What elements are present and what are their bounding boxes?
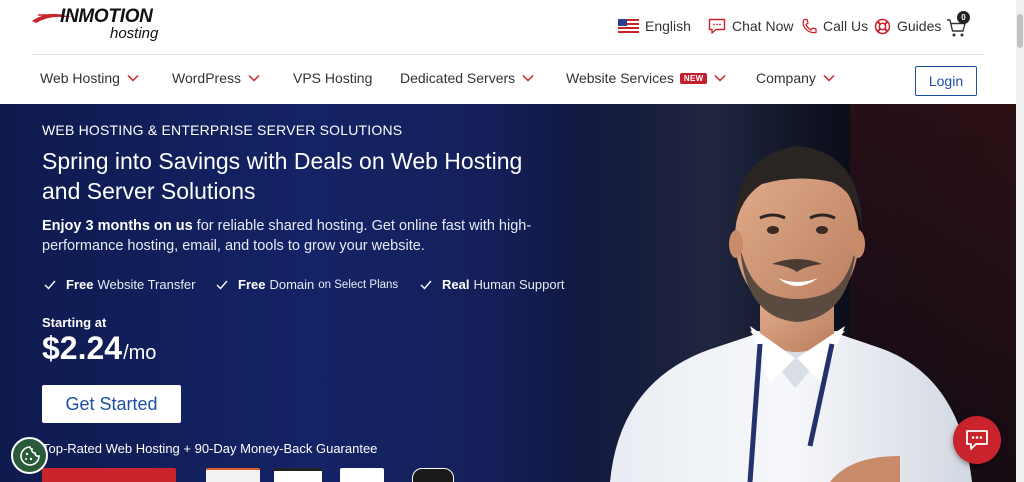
- header-divider: [32, 54, 984, 55]
- guides-link[interactable]: Guides: [874, 14, 941, 38]
- feature-text: Domain: [269, 277, 315, 292]
- award-badge-money-back: [412, 468, 454, 482]
- new-badge: NEW: [679, 72, 708, 84]
- cookie-icon: [19, 445, 40, 466]
- hero-person-image: [610, 146, 972, 482]
- guides-label: Guides: [897, 18, 942, 34]
- price-unit: /mo: [123, 342, 157, 364]
- award-badge-orange: [206, 468, 260, 482]
- us-flag-icon: [618, 19, 639, 33]
- feature-bold: Free: [238, 277, 266, 292]
- chat-now-link[interactable]: Chat Now: [708, 14, 793, 38]
- feature-bold: Real: [442, 277, 470, 292]
- hero-headline: Spring into Savings with Deals on Web Ho…: [42, 148, 523, 204]
- chat-bubble-icon: [708, 18, 726, 35]
- nav-item-vps-hosting[interactable]: VPS Hosting: [293, 70, 372, 86]
- nav-item-dedicated-servers[interactable]: Dedicated Servers: [400, 70, 534, 86]
- chevron-down-icon: [714, 74, 727, 82]
- logo-sub-text: hosting: [110, 25, 159, 42]
- hero-subtext-bold: Enjoy 3 months on us: [42, 218, 193, 234]
- chat-fab-icon: [966, 430, 988, 450]
- check-icon: [216, 280, 228, 290]
- check-icon: [44, 280, 56, 290]
- top-bar: INMOTION hosting English Chat Now Call U…: [0, 0, 1016, 54]
- price: $2.24 /mo: [42, 330, 156, 367]
- feature-note: on Select Plans: [318, 278, 399, 291]
- scrollbar-thumb[interactable]: [1017, 14, 1023, 48]
- nav-label: VPS Hosting: [293, 70, 373, 86]
- feature-free-domain: Free Domain on Select Plans: [216, 277, 402, 292]
- call-us-label: Call Us: [823, 18, 869, 34]
- nav-label: Company: [756, 70, 816, 86]
- language-label: English: [645, 18, 691, 34]
- price-amount: $2.24: [42, 330, 123, 366]
- nav-label: Web Hosting: [40, 70, 120, 86]
- feature-website-transfer: Free Website Transfer: [44, 277, 196, 292]
- nav-label: Website Services: [566, 70, 674, 86]
- starting-at-label: Starting at: [42, 315, 107, 330]
- nav-item-web-hosting[interactable]: Web Hosting: [40, 70, 139, 86]
- hero-eyebrow: WEB HOSTING & ENTERPRISE SERVER SOLUTION…: [42, 122, 403, 138]
- chevron-down-icon: [127, 74, 139, 82]
- nav-item-wordpress[interactable]: WordPress: [172, 70, 260, 86]
- hero-banner: WEB HOSTING & ENTERPRISE SERVER SOLUTION…: [0, 104, 1016, 482]
- guarantee-text: Top-Rated Web Hosting + 90-Day Money-Bac…: [42, 441, 378, 456]
- feature-human-support: Real Human Support: [420, 277, 565, 292]
- hero-subtext: Enjoy 3 months on us for reliable shared…: [42, 216, 572, 256]
- feature-text: Website Transfer: [97, 277, 196, 292]
- chevron-down-icon: [522, 74, 534, 82]
- chat-fab-button[interactable]: [953, 416, 1001, 464]
- page-scrollbar[interactable]: [1016, 0, 1024, 482]
- feature-bold: Free: [66, 277, 94, 292]
- nav-label: WordPress: [172, 70, 241, 86]
- main-nav: Web Hosting WordPress VPS Hosting Dedica…: [0, 56, 1016, 103]
- inmotion-logo[interactable]: INMOTION hosting: [32, 6, 172, 46]
- cookie-settings-button[interactable]: [11, 437, 48, 474]
- check-icon: [420, 280, 432, 290]
- chevron-down-icon: [823, 74, 835, 82]
- award-badge-red: [42, 468, 176, 482]
- feature-text: Human Support: [473, 277, 565, 292]
- award-badge-shield: [340, 468, 384, 482]
- login-button[interactable]: Login: [915, 66, 977, 96]
- chat-now-label: Chat Now: [732, 18, 794, 34]
- call-us-link[interactable]: Call Us: [801, 14, 868, 38]
- get-started-button[interactable]: Get Started: [42, 385, 181, 423]
- award-badge-g2: [274, 468, 322, 482]
- language-selector[interactable]: English: [618, 14, 691, 38]
- nav-item-website-services[interactable]: Website Services NEW: [566, 70, 727, 86]
- phone-icon: [801, 18, 817, 35]
- chevron-down-icon: [248, 74, 260, 82]
- nav-label: Dedicated Servers: [400, 70, 516, 86]
- cart-count-badge: 0: [957, 11, 970, 24]
- nav-item-company[interactable]: Company: [756, 70, 835, 86]
- lifebuoy-icon: [874, 18, 891, 35]
